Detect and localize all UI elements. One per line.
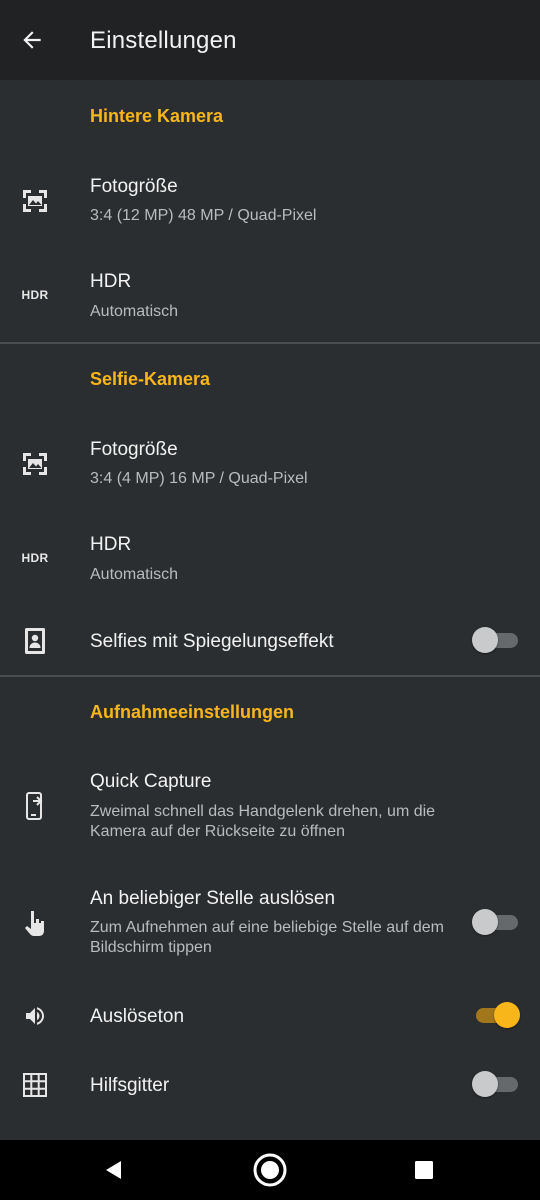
section-title-selfie-camera: Selfie-Kamera bbox=[90, 369, 211, 389]
nav-back-button[interactable] bbox=[92, 1148, 136, 1192]
setting-quick-capture[interactable]: Quick Capture Zweimal schnell das Handge… bbox=[0, 755, 540, 855]
setting-title: Auslöseton bbox=[90, 1006, 185, 1027]
setting-grid[interactable]: Hilfsgitter bbox=[0, 1054, 540, 1116]
setting-value: 3:4 (4 MP) 16 MP / Quad-Pixel bbox=[90, 470, 308, 487]
setting-shutter-sound[interactable]: Auslöseton bbox=[0, 985, 540, 1047]
hdr-icon-label: HDR bbox=[21, 551, 49, 565]
phone-rotate-icon bbox=[18, 789, 52, 823]
setting-value: Automatisch bbox=[90, 303, 179, 320]
setting-title: Selfies mit Spiegelungseffekt bbox=[90, 631, 334, 652]
setting-tap-anywhere[interactable]: An beliebiger Stelle auslösen Zum Aufneh… bbox=[0, 872, 540, 972]
hdr-icon: HDR bbox=[18, 278, 52, 312]
setting-title: HDR bbox=[90, 271, 132, 292]
nav-recents-button[interactable] bbox=[402, 1148, 446, 1192]
setting-rear-photo-size[interactable]: Fotogröße 3:4 (12 MP) 48 MP / Quad-Pixel bbox=[0, 160, 540, 244]
setting-title: HDR bbox=[90, 534, 132, 555]
setting-selfie-mirror[interactable]: Selfies mit Spiegelungseffekt bbox=[0, 610, 540, 672]
nav-recents-icon bbox=[415, 1161, 433, 1179]
section-title-rear-camera: Hintere Kamera bbox=[90, 106, 224, 126]
portrait-icon bbox=[18, 624, 52, 658]
setting-title: Fotogröße bbox=[90, 176, 178, 197]
setting-title: Hilfsgitter bbox=[90, 1075, 170, 1096]
toggle-thumb bbox=[494, 1002, 520, 1028]
nav-back-icon bbox=[106, 1161, 121, 1179]
touch-icon bbox=[18, 906, 52, 940]
setting-value: 3:4 (12 MP) 48 MP / Quad-Pixel bbox=[90, 207, 317, 224]
setting-title: An beliebiger Stelle auslösen bbox=[90, 888, 336, 909]
setting-description: Zum Aufnehmen auf eine beliebige Stelle … bbox=[90, 919, 445, 956]
nav-home-button[interactable] bbox=[248, 1148, 292, 1192]
toggle-thumb bbox=[472, 909, 498, 935]
system-navigation-bar bbox=[0, 1140, 540, 1200]
tap-anywhere-toggle[interactable] bbox=[472, 908, 520, 936]
setting-rear-hdr[interactable]: HDR HDR Automatisch bbox=[0, 256, 540, 340]
back-button[interactable] bbox=[14, 22, 50, 58]
mirror-effect-toggle[interactable] bbox=[472, 626, 520, 654]
toggle-thumb bbox=[472, 1071, 498, 1097]
setting-title: Quick Capture bbox=[90, 771, 212, 792]
section-divider bbox=[0, 342, 540, 344]
setting-selfie-photo-size[interactable]: Fotogröße 3:4 (4 MP) 16 MP / Quad-Pixel bbox=[0, 423, 540, 507]
volume-icon bbox=[18, 999, 52, 1033]
page-title: Einstellungen bbox=[90, 27, 237, 54]
hdr-icon: HDR bbox=[18, 541, 52, 575]
shutter-sound-toggle[interactable] bbox=[472, 1001, 520, 1029]
grid-icon bbox=[18, 1068, 52, 1102]
setting-description: Zweimal schnell das Handgelenk drehen, u… bbox=[90, 803, 436, 840]
setting-value: Automatisch bbox=[90, 566, 179, 583]
nav-home-icon bbox=[253, 1153, 287, 1187]
section-title-capture-settings: Aufnahmeeinstellungen bbox=[90, 702, 295, 722]
setting-title: Fotogröße bbox=[90, 439, 178, 460]
grid-toggle[interactable] bbox=[472, 1070, 520, 1098]
hdr-icon-label: HDR bbox=[21, 288, 49, 302]
section-divider bbox=[0, 675, 540, 677]
toggle-thumb bbox=[472, 627, 498, 653]
photo-size-icon bbox=[18, 447, 52, 481]
arrow-back-icon bbox=[23, 31, 41, 49]
setting-selfie-hdr[interactable]: HDR HDR Automatisch bbox=[0, 519, 540, 603]
photo-size-icon bbox=[18, 184, 52, 218]
app-bar: Einstellungen bbox=[0, 0, 540, 80]
